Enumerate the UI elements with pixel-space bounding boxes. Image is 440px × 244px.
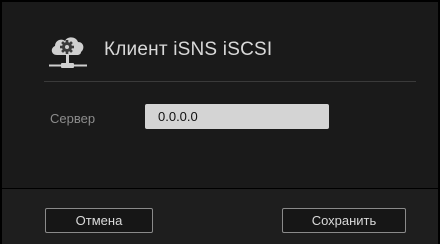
server-input[interactable] [145,104,329,129]
network-settings-icon [45,31,93,75]
dialog-title: Клиент iSNS iSCSI [104,39,273,60]
server-label: Сервер [50,111,96,126]
isns-client-dialog: Клиент iSNS iSCSI Сервер Отмена Сохранит… [0,0,440,244]
header-divider [44,81,416,82]
cancel-button[interactable]: Отмена [45,208,153,233]
save-button[interactable]: Сохранить [282,208,406,233]
dialog-header: Клиент iSNS iSCSI [2,2,438,82]
